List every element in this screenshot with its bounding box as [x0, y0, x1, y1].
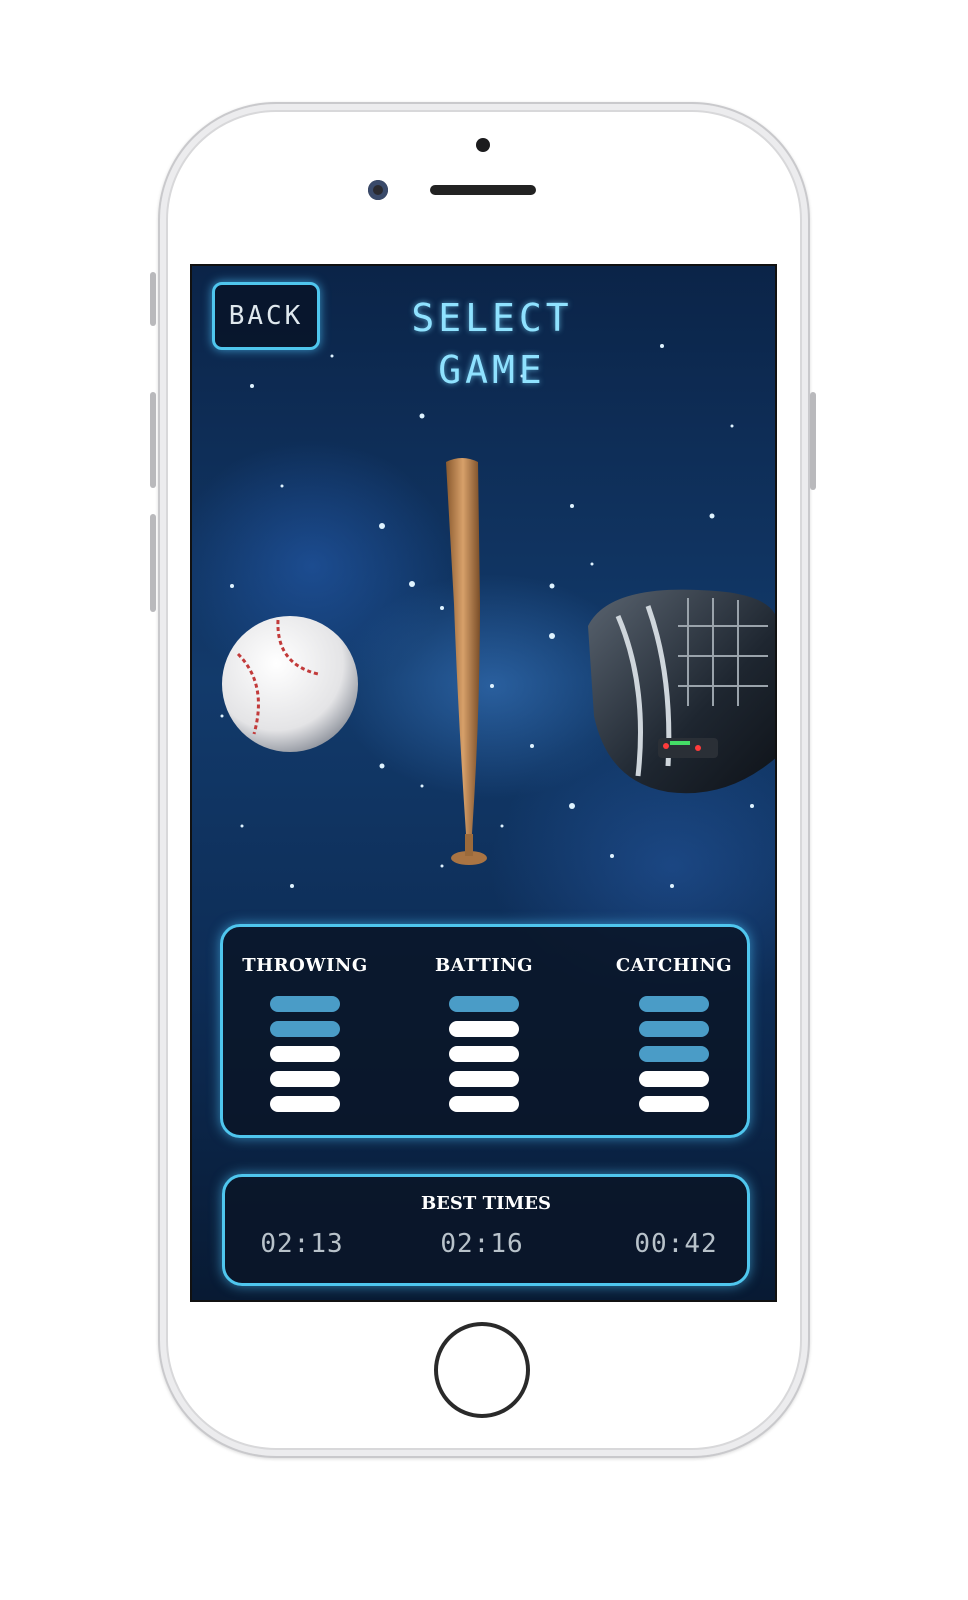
best-times-label: BEST TIMES [420, 1193, 552, 1214]
level-bar-empty [449, 1046, 519, 1062]
level-bar-empty [270, 1096, 340, 1112]
proximity-sensor [476, 138, 490, 152]
level-bar-filled [449, 996, 519, 1012]
best-time-batting: 02:16 [440, 1229, 524, 1259]
level-bar-filled [639, 1046, 709, 1062]
best-time-catching: 00:42 [634, 1229, 718, 1259]
level-bar-empty [449, 1021, 519, 1037]
game-label: BATTING [434, 955, 534, 976]
mute-switch [150, 272, 156, 326]
level-bar-empty [270, 1071, 340, 1087]
earpiece-speaker [430, 185, 536, 195]
volume-down-button [150, 514, 156, 612]
level-bars [419, 996, 549, 1112]
front-camera-icon [368, 180, 388, 200]
game-label: CATCHING [615, 955, 733, 976]
page-title: SELECT GAME [411, 296, 573, 392]
level-bar-empty [449, 1071, 519, 1087]
games-panel: THROWING BATTING CATCHING [220, 924, 750, 1138]
back-button[interactable]: BACK [212, 282, 320, 350]
volume-up-button [150, 392, 156, 488]
level-bar-filled [270, 1021, 340, 1037]
level-bars [609, 996, 739, 1112]
game-label: THROWING [242, 955, 368, 976]
bat-icon[interactable] [436, 454, 516, 874]
best-time-throwing: 02:13 [260, 1229, 344, 1259]
game-batting[interactable]: BATTING [419, 955, 549, 1112]
home-button[interactable] [434, 1322, 530, 1418]
level-bar-empty [639, 1096, 709, 1112]
glove-icon[interactable] [578, 586, 777, 798]
game-catching[interactable]: CATCHING [609, 955, 739, 1112]
level-bar-empty [639, 1071, 709, 1087]
best-times-panel: BEST TIMES 02:13 02:16 00:42 [222, 1174, 750, 1286]
level-bar-empty [270, 1046, 340, 1062]
level-bars [240, 996, 370, 1112]
game-screen: BACK SELECT GAME THROWING BATTING CATCHI… [190, 264, 777, 1302]
power-button [810, 392, 816, 490]
level-bar-filled [270, 996, 340, 1012]
level-bar-filled [639, 996, 709, 1012]
game-throwing[interactable]: THROWING [240, 955, 370, 1112]
level-bar-filled [639, 1021, 709, 1037]
level-bar-empty [449, 1096, 519, 1112]
baseball-icon[interactable] [218, 614, 362, 754]
